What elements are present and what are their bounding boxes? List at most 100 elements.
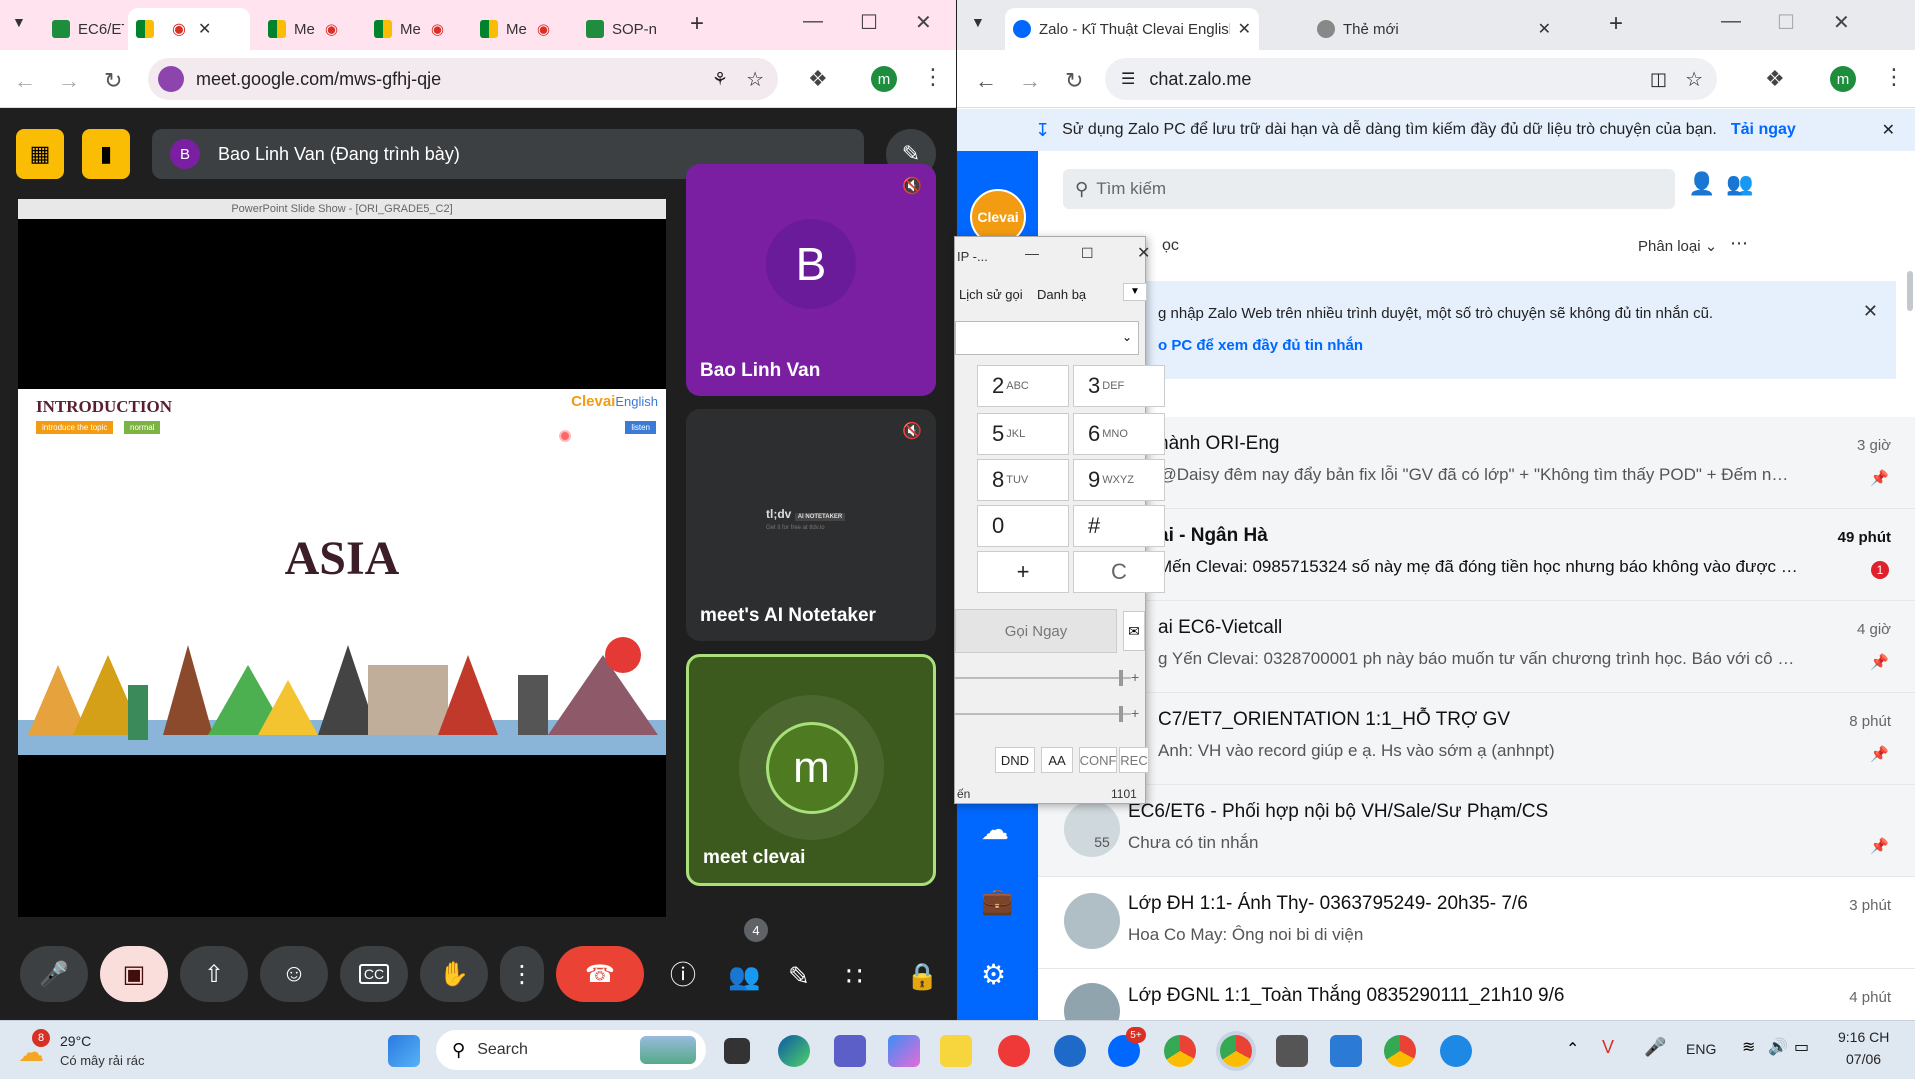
tab-meet-4[interactable]: Me ◉ [472,8,568,50]
softphone-icon[interactable] [1440,1035,1472,1067]
leave-call-button[interactable]: ☎ [556,946,644,1002]
download-link[interactable]: Tải ngay [1731,121,1796,139]
paint-icon[interactable] [1330,1035,1362,1067]
reactions-button[interactable]: ☺ [260,946,328,1002]
tab-meet-2[interactable]: Me ◉ [260,8,356,50]
install-app-icon[interactable]: ◫ [1650,69,1667,90]
volume-slider[interactable] [955,670,1131,686]
maximize-icon[interactable]: ☐ [860,10,878,35]
tab-zalo[interactable]: Zalo - Kĩ Thuật Clevai English ✕ [1005,8,1259,50]
url-bar[interactable]: meet.google.com/mws-gfhj-qje ⚘ ☆ [148,58,778,100]
minimize-icon[interactable]: — [1721,10,1741,33]
reload-icon[interactable]: ↻ [104,68,122,94]
clock-date[interactable]: 07/06 [1846,1051,1881,1067]
start-windows-icon[interactable] [388,1035,420,1067]
menu-kebab-icon[interactable]: ⋮ [1883,64,1905,90]
language-indicator[interactable]: ENG [1686,1041,1716,1057]
stop-presenting-icon[interactable]: ▦ [16,129,64,179]
close-banner-icon[interactable]: ✕ [1882,120,1895,140]
reload-icon[interactable]: ↻ [1065,68,1083,94]
volume-icon[interactable]: 🔊 [1768,1037,1788,1057]
clock-time[interactable]: 9:16 CH [1838,1029,1889,1045]
edge-icon[interactable] [778,1035,810,1067]
dial-key-plus[interactable]: + [977,551,1069,593]
mic-plus-icon[interactable]: + [1131,705,1139,721]
conversation-item[interactable]: hành ORI-Eng : @Daisy đêm nay đẩy bản fi… [1038,417,1915,509]
sort-dropdown[interactable]: Phân loại ⌄ [1638,237,1717,255]
forward-icon[interactable]: → [1019,68,1041,94]
dnd-button[interactable]: DND [995,747,1035,773]
dial-key-5[interactable]: 5 JKL [977,413,1069,455]
slider-handle[interactable] [1119,706,1123,722]
more-options-button[interactable]: ⋮ [500,946,544,1002]
url-bar[interactable]: ☰ chat.zalo.me ◫ ☆ [1105,58,1717,100]
clear-key[interactable]: C [1073,551,1165,593]
toolbox-icon[interactable]: 💼 [981,886,1013,917]
search-box[interactable]: ⚲ Tìm kiếm [1063,169,1675,209]
chat-icon[interactable]: ✎ [788,961,810,992]
host-controls-icon[interactable]: 🔒 [906,961,938,992]
close-notice-icon[interactable]: ✕ [1863,301,1878,322]
dial-key-3[interactable]: 3 DEF [1073,365,1165,407]
weather-widget[interactable]: ☁ 8 29°C Có mây rải rác [18,1029,168,1073]
new-tab-icon[interactable]: + [1609,10,1623,38]
volume-plus-icon[interactable]: + [1131,669,1139,685]
more-options-icon[interactable]: ⋯ [1730,233,1748,254]
back-icon[interactable]: ← [14,68,36,94]
record-button[interactable]: REC [1119,747,1149,773]
sticky-notes-icon[interactable] [940,1035,972,1067]
camera-app-icon[interactable] [1276,1035,1308,1067]
task-view-icon[interactable] [724,1038,750,1064]
present-button[interactable]: ⇧ [180,946,248,1002]
mic-button[interactable]: 🎤 [20,946,88,1002]
conversation-item[interactable]: Lớp ĐH 1:1- Ánh Thy- 0363795249- 20h35- … [1038,877,1915,969]
dial-key-9[interactable]: 9 WXYZ [1073,459,1165,501]
dial-key-hash[interactable]: # [1073,505,1165,547]
back-icon[interactable]: ← [975,68,997,94]
tab-sheets-2[interactable]: SOP-n [578,8,668,50]
microphone-tray-icon[interactable]: 🎤 [1644,1037,1666,1058]
tab-search-chevron-icon[interactable]: ▼ [971,14,985,30]
minimize-icon[interactable]: — [1025,245,1039,261]
conversation-item[interactable]: Lớp ĐGNL 1:1_Toàn Thắng 0835290111_21h10… [1038,969,1915,1020]
profile-avatar[interactable]: m [1830,66,1856,92]
captions-button[interactable]: CC [340,946,408,1002]
close-tab-icon[interactable]: ✕ [198,19,211,39]
cloud-icon[interactable]: ☁ [981,813,1009,846]
participant-tile-self[interactable]: m meet clevai [686,654,936,886]
profile-avatar[interactable]: m [871,66,897,92]
close-icon[interactable]: ✕ [1137,243,1150,263]
teams-icon[interactable] [834,1035,866,1067]
participant-tile-notetaker[interactable]: 🔇 tl;dv AI NOTETAKER Get it for free at … [686,409,936,641]
mic-slider[interactable] [955,706,1131,722]
close-tab-icon[interactable]: ✕ [1238,19,1251,39]
layout-icon[interactable]: ▮ [82,129,130,179]
chrome-profile-icon[interactable] [1220,1035,1252,1067]
slider-handle[interactable] [1119,670,1123,686]
camera-off-icon[interactable]: ⚘ [712,69,728,90]
close-window-icon[interactable]: ✕ [1833,10,1850,35]
scrollbar[interactable] [1907,271,1913,311]
maximize-icon[interactable]: ☐ [1081,245,1094,262]
vivaldi-tray-icon[interactable]: V [1602,1037,1614,1058]
chrome-icon[interactable] [1164,1035,1196,1067]
taskbar-search[interactable]: ⚲ Search [436,1030,706,1070]
wifi-icon[interactable]: ≋ [1742,1037,1755,1057]
tray-chevron-up-icon[interactable]: ⌃ [1566,1039,1579,1059]
meeting-info-icon[interactable]: ⓘ [670,955,696,992]
menu-kebab-icon[interactable]: ⋮ [922,64,944,90]
conference-button[interactable]: CONF [1079,747,1117,773]
number-input[interactable]: ⌄ [955,321,1139,355]
dial-key-8[interactable]: 8 TUV [977,459,1069,501]
camera-button[interactable]: ▣ [100,946,168,1002]
participant-tile-bao-linh-van[interactable]: 🔇 B Bao Linh Van [686,164,936,396]
copilot-icon[interactable] [888,1035,920,1067]
conversation-item[interactable]: 55 EC6/ET6 - Phối hợp nội bộ VH/Sale/Sư … [1038,785,1915,877]
conversation-item[interactable]: C7/ET7_ORIENTATION 1:1_HỖ TRỢ GV Anh: VH… [1038,693,1915,785]
extensions-icon[interactable]: ❖ [1765,66,1785,92]
forward-icon[interactable]: → [58,68,80,94]
new-tab-icon[interactable]: + [690,10,704,38]
bookmark-star-icon[interactable]: ☆ [746,67,764,92]
notice-link[interactable]: o PC để xem đầy đủ tin nhắn [1158,337,1363,354]
vivaldi-icon[interactable] [998,1035,1030,1067]
